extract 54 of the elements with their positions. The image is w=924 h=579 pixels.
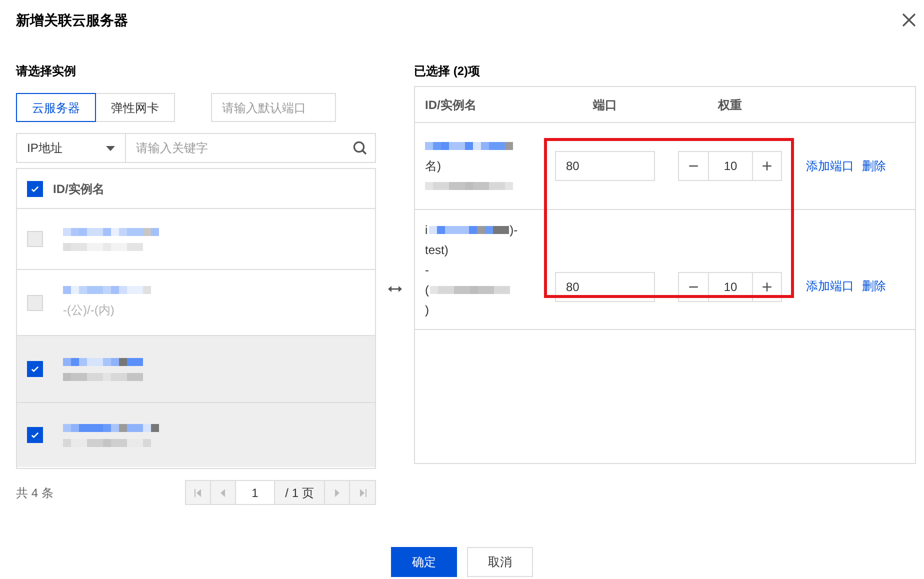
section-heading: 已选择 (2)项 [414, 63, 481, 80]
page-count: / 1 页 [275, 481, 325, 504]
page-input-field[interactable]: 1 [236, 481, 275, 504]
tab[interactable]: 弹性网卡 [95, 93, 175, 122]
skip-end-icon [358, 488, 366, 496]
triangle-left-icon [219, 488, 227, 496]
name-fragment: i [425, 222, 428, 238]
name-fragment: ( [425, 282, 429, 298]
check-icon [30, 184, 40, 194]
column-header: ID/实例名 [425, 98, 476, 112]
cancel-button[interactable]: 取消 [467, 547, 533, 577]
checkbox[interactable] [27, 361, 43, 377]
double-arrow-icon [388, 284, 402, 292]
column-header: ID/实例名 [53, 180, 104, 198]
weight-stepper[interactable]: − 10 + [678, 151, 782, 181]
instance-address: -(公)/-(内) [63, 302, 116, 319]
total-count: 共 4 条 [16, 484, 54, 502]
action-link[interactable]: 删除 [862, 157, 886, 175]
name-fragment: test) [425, 242, 450, 258]
column-header: 端口 [593, 98, 617, 112]
decrement-button[interactable]: − [679, 273, 709, 301]
confirm-button[interactable]: 确定 [391, 547, 457, 577]
action-link[interactable]: 添加端口 [806, 277, 854, 295]
check-icon [30, 430, 40, 440]
section-heading: 请选择实例 [16, 63, 77, 80]
tab[interactable]: 云服务器 [16, 93, 96, 122]
dialog-title: 新增关联云服务器 [16, 10, 128, 30]
check-icon [30, 364, 40, 374]
increment-button[interactable]: + [752, 273, 781, 301]
port-input-field[interactable]: 请输入默认端口 [211, 93, 336, 122]
name-fragment: ) [425, 302, 430, 318]
checkbox[interactable] [27, 427, 43, 443]
weight-stepper[interactable]: − 10 + [678, 272, 782, 302]
port-input-field[interactable]: 80 [555, 272, 655, 302]
checkbox[interactable] [27, 180, 43, 196]
search-icon[interactable] [353, 141, 367, 155]
filter-select[interactable]: IP地址 [16, 133, 126, 163]
weight-input-field[interactable]: 10 [709, 273, 752, 301]
port-input-field[interactable]: 80 [555, 151, 655, 181]
column-header: 权重 [718, 98, 742, 112]
name-fragment: )- [510, 222, 518, 238]
name-fragment: 名) [425, 158, 442, 174]
caret-icon [106, 146, 115, 150]
name-fragment: - [425, 262, 430, 278]
search-field[interactable]: 请输入关键字 [125, 133, 376, 163]
increment-button[interactable]: + [752, 152, 781, 180]
triangle-right-icon [333, 488, 341, 496]
action-link[interactable]: 删除 [862, 277, 886, 295]
search-input[interactable]: 请输入关键字 [136, 139, 353, 157]
action-link[interactable]: 添加端口 [806, 157, 854, 175]
close-icon[interactable] [902, 13, 916, 27]
weight-input-field[interactable]: 10 [709, 152, 752, 180]
skip-start-icon [194, 488, 202, 496]
decrement-button[interactable]: − [679, 152, 709, 180]
